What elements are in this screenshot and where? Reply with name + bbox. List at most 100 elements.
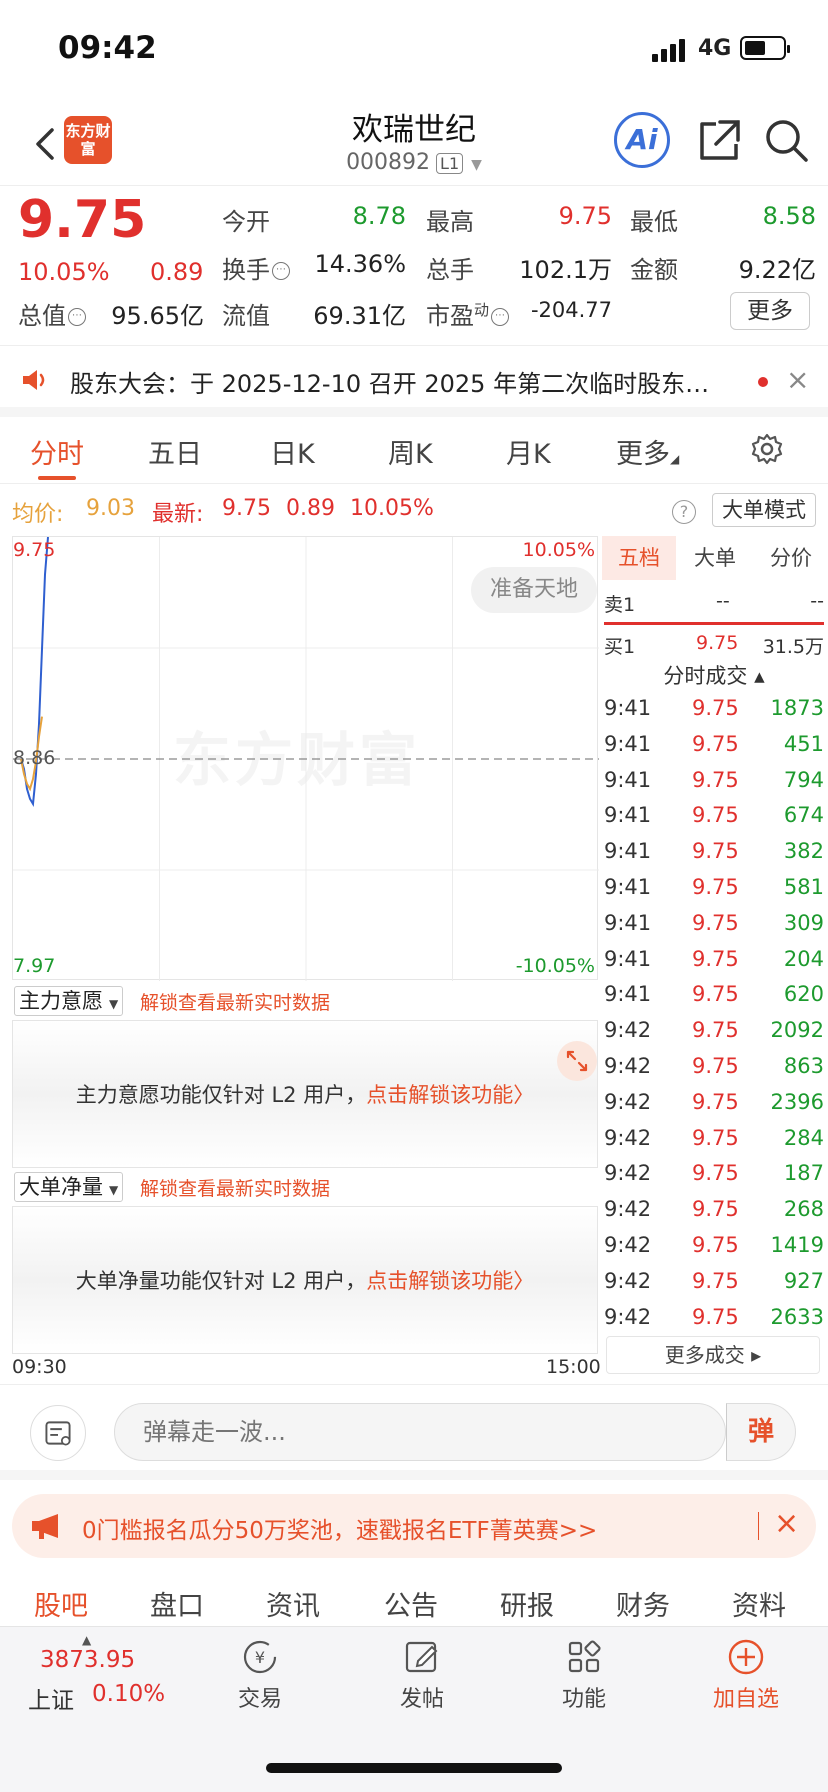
tab-intraday[interactable]: 分时	[30, 432, 84, 471]
trade-price: 9.75	[692, 946, 739, 971]
trade-row: 9:41 9.75 204	[604, 947, 824, 983]
unlock-link[interactable]: 解锁查看最新实时数据	[140, 1174, 330, 1201]
info-icon[interactable]: ⋯	[491, 308, 510, 326]
functions-button[interactable]: 功能	[534, 1637, 634, 1713]
tab-five-day[interactable]: 五日	[148, 432, 202, 471]
tab-big-orders[interactable]: 大单	[678, 536, 752, 580]
prep-badge[interactable]: 准备天地	[471, 567, 597, 613]
mktcap-value: 95.65亿	[111, 302, 204, 330]
tab-weekly-k[interactable]: 周K	[388, 432, 433, 471]
add-watchlist-button[interactable]: 加自选	[696, 1637, 796, 1713]
status-bar: 09:42 4G	[0, 0, 828, 100]
trade-row: 9:42 9.75 2092	[604, 1018, 824, 1054]
intraday-chart[interactable]: 东方财富 9.75 10.05% 8.86 7.97 -10.05% 准备天地	[12, 536, 599, 981]
search-icon[interactable]	[762, 116, 812, 166]
trade-price: 9.75	[692, 1268, 739, 1293]
promo-banner[interactable]: 0门槛报名瓜分50万奖池，速戳报名ETF菁英赛>> ×	[12, 1494, 816, 1558]
danmaku-send-button[interactable]: 弹	[726, 1403, 796, 1461]
tab-research[interactable]: 研报	[500, 1584, 554, 1623]
trade-volume: 620	[783, 982, 824, 1007]
trade-time: 9:41	[604, 982, 652, 1007]
tab-five-levels[interactable]: 五档	[602, 536, 676, 580]
bottom-action-bar: ▲ 3873.95 上证 0.10% ¥ 交易 发帖 功能 加自选	[0, 1626, 828, 1792]
unlock-feature-link[interactable]: 点击解锁该功能〉	[366, 1083, 534, 1107]
index-percent[interactable]: 0.10%	[92, 1681, 165, 1707]
trade-row: 9:41 9.75 1873	[604, 696, 824, 732]
gear-icon[interactable]	[750, 432, 784, 466]
danmaku-settings-icon[interactable]	[30, 1405, 86, 1461]
big-order-select[interactable]: 大单净量 ▼	[14, 1172, 124, 1202]
trade-volume: 1873	[770, 696, 824, 720]
help-icon[interactable]: ?	[672, 500, 696, 524]
float-value: 69.31亿	[313, 302, 406, 330]
big-order-mode-button[interactable]: 大单模式	[712, 493, 816, 527]
trade-volume: 451	[783, 731, 824, 756]
trade-time: 9:41	[604, 767, 652, 792]
signal-icon	[652, 38, 692, 62]
info-icon[interactable]: ⋯	[68, 308, 86, 326]
index-name[interactable]: 上证	[28, 1681, 74, 1715]
trade-price: 9.75	[692, 1018, 739, 1043]
main-force-header: 主力意愿 ▼ 解锁查看最新实时数据	[12, 984, 598, 1020]
tab-more[interactable]: 更多◢	[616, 432, 679, 471]
tab-finance[interactable]: 财务	[616, 1584, 670, 1623]
main-force-select[interactable]: 主力意愿 ▼	[14, 986, 124, 1016]
trade-volume: 794	[783, 767, 824, 792]
low-value: 8.58	[762, 202, 816, 230]
tab-monthly-k[interactable]: 月K	[506, 432, 551, 471]
notice-text: 股东大会：于 2025-12-10 召开 2025 年第二次临时股东大会	[70, 370, 720, 398]
more-trades-button[interactable]: 更多成交 ▸	[606, 1336, 820, 1374]
post-button[interactable]: 发帖	[372, 1637, 472, 1713]
battery-icon	[740, 36, 790, 60]
trade-volume: 204	[783, 946, 824, 971]
order-book-panel: 五档 大单 分价 卖1 -- -- 买1 9.75 31.5万 分时成交 ▴ 9…	[600, 536, 828, 1376]
tab-profile[interactable]: 资料	[732, 1584, 786, 1623]
trade-volume: 581	[783, 875, 824, 899]
unlock-feature-link[interactable]: 点击解锁该功能〉	[366, 1269, 534, 1293]
tab-price-distribution[interactable]: 分价	[754, 536, 828, 580]
tab-daily-k[interactable]: 日K	[270, 432, 315, 471]
trade-price: 9.75	[692, 1304, 739, 1329]
trade-time: 9:42	[604, 1161, 652, 1186]
mktcap-label: 总值 ⋯	[18, 296, 86, 331]
danmaku-bar: 弹	[0, 1384, 828, 1480]
info-icon[interactable]: ⋯	[272, 262, 290, 280]
ai-assistant-icon[interactable]: Ai	[614, 112, 670, 168]
plus-circle-icon	[728, 1639, 764, 1675]
trade-volume: 309	[783, 910, 824, 935]
avg-label: 均价:	[12, 502, 64, 527]
trade-price: 9.75	[692, 1125, 739, 1150]
tab-news[interactable]: 资讯	[266, 1584, 320, 1623]
trade-button[interactable]: ¥ 交易	[210, 1637, 310, 1713]
expand-icon[interactable]	[557, 1041, 597, 1081]
tab-guba[interactable]: 股吧	[34, 1584, 88, 1623]
megaphone-icon	[32, 1514, 58, 1539]
chart-period-tabs: 分时 五日 日K 周K 月K 更多◢	[0, 418, 828, 484]
trade-price: 9.75	[692, 910, 739, 935]
main-force-panel: 主力意愿功能仅针对 L2 用户，点击解锁该功能〉	[12, 1020, 598, 1168]
x-axis-end-time: 15:00	[546, 1356, 601, 1378]
trade-volume: 1419	[770, 1233, 824, 1257]
index-value[interactable]: 3873.95	[40, 1647, 135, 1673]
high-label: 最高	[426, 208, 474, 236]
trade-row: 9:41 9.75 581	[604, 875, 824, 911]
close-icon[interactable]: ×	[774, 1506, 799, 1541]
share-icon[interactable]	[694, 116, 744, 166]
active-tab-indicator	[38, 476, 76, 480]
latest-label: 最新:	[152, 502, 204, 527]
unlock-link[interactable]: 解锁查看最新实时数据	[140, 988, 330, 1015]
big-order-header: 大单净量 ▼ 解锁查看最新实时数据	[12, 1170, 598, 1206]
change-percent: 10.05%	[18, 258, 110, 286]
trade-price: 9.75	[692, 696, 739, 720]
more-quote-button[interactable]: 更多	[730, 292, 810, 330]
tab-announcements[interactable]: 公告	[384, 1584, 438, 1623]
notice-banner[interactable]: 股东大会：于 2025-12-10 召开 2025 年第二次临时股东大会 ×	[0, 347, 828, 417]
trade-row: 9:41 9.75 674	[604, 803, 824, 839]
danmaku-input[interactable]	[114, 1403, 726, 1461]
speaker-icon	[23, 370, 45, 390]
tab-handicap[interactable]: 盘口	[150, 1584, 204, 1623]
pe-value: -204.77	[530, 298, 612, 322]
close-icon[interactable]: ×	[786, 363, 809, 396]
trade-row: 9:42 9.75 187	[604, 1161, 824, 1197]
tick-trades-header[interactable]: 分时成交 ▴	[600, 660, 828, 690]
